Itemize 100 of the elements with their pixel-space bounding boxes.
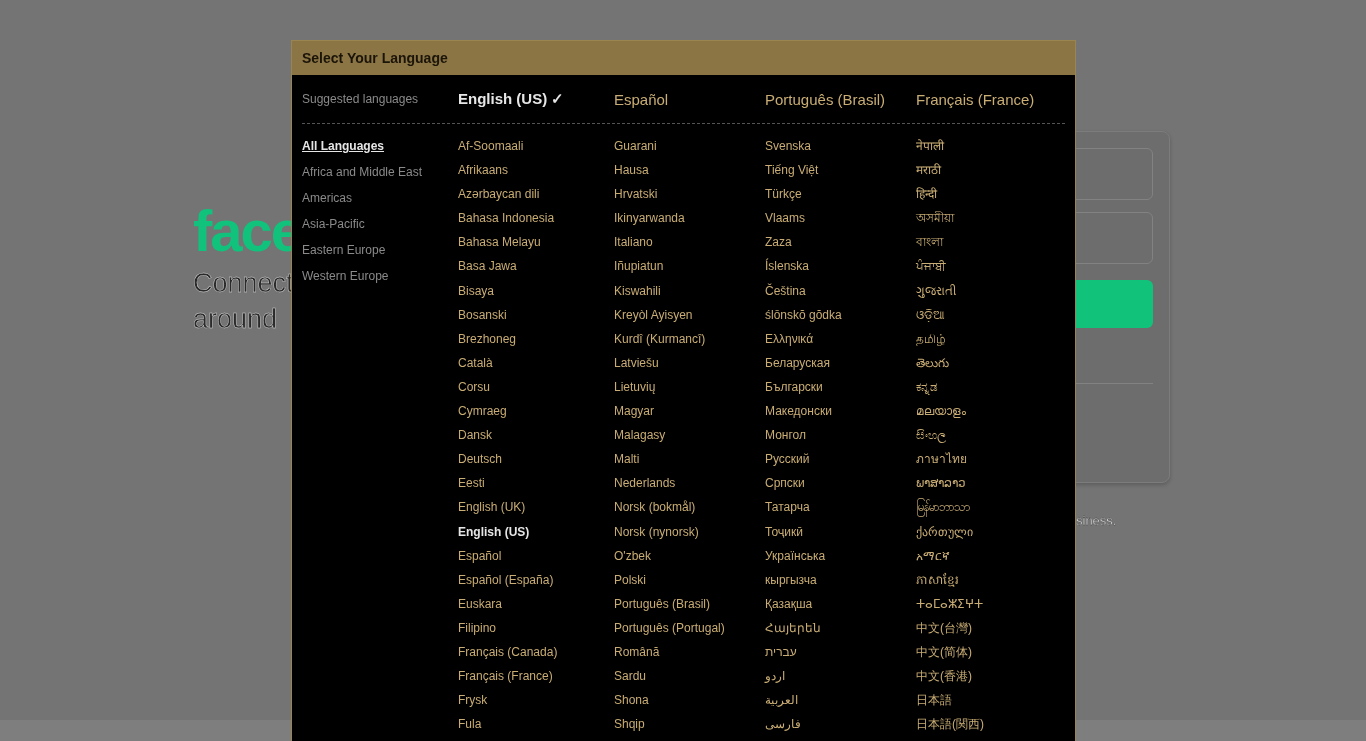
language-link[interactable]: తెలుగు: [916, 350, 949, 375]
language-link[interactable]: Latviešu: [614, 350, 659, 375]
suggested-language-link[interactable]: Español: [614, 90, 669, 108]
region-link[interactable]: Africa and Middle East: [302, 159, 423, 185]
language-link[interactable]: العربية: [765, 688, 798, 713]
language-link[interactable]: Corsu: [458, 374, 490, 400]
language-link[interactable]: Татарча: [765, 495, 810, 520]
language-link[interactable]: Bosanski: [458, 302, 507, 327]
language-link[interactable]: Македонски: [765, 399, 832, 424]
language-link[interactable]: O'zbek: [614, 543, 651, 568]
language-link[interactable]: Tiếng Việt: [765, 158, 819, 183]
language-link[interactable]: ⵜⴰⵎⴰⵣⵉⵖⵜ: [916, 591, 983, 616]
language-link[interactable]: Deutsch: [458, 447, 503, 472]
language-link[interactable]: Eesti: [458, 471, 485, 496]
language-link[interactable]: ภาษาไทย: [916, 447, 967, 472]
region-link[interactable]: Western Europe: [302, 263, 389, 289]
language-link[interactable]: Filipino: [458, 615, 496, 640]
language-link[interactable]: Norsk (nynorsk): [614, 519, 699, 544]
language-link[interactable]: मराठी: [916, 158, 941, 183]
language-link[interactable]: नेपाली: [916, 134, 944, 159]
language-link[interactable]: Zaza: [765, 230, 792, 255]
language-link[interactable]: বাংলা: [916, 230, 943, 255]
language-link[interactable]: ພາສາລາວ: [916, 471, 966, 496]
language-link[interactable]: Ελληνικά: [765, 326, 814, 351]
language-link[interactable]: Euskara: [458, 591, 503, 616]
language-link[interactable]: 日本語(関西): [916, 712, 984, 737]
language-link[interactable]: Français (France): [458, 664, 553, 689]
language-link[interactable]: Frysk: [458, 688, 488, 713]
suggested-language-link[interactable]: Français (France): [916, 90, 1035, 108]
language-link[interactable]: Nederlands: [614, 471, 676, 496]
language-link[interactable]: Čeština: [765, 278, 806, 303]
language-link[interactable]: Ikinyarwanda: [614, 206, 685, 231]
suggested-language-link[interactable]: Português (Brasil): [765, 90, 886, 108]
language-link[interactable]: ślōnskŏ gŏdka: [765, 302, 842, 327]
language-link[interactable]: اردو: [765, 664, 785, 689]
language-link[interactable]: Guarani: [614, 134, 657, 159]
language-link[interactable]: 中文(台灣): [916, 615, 972, 640]
language-link[interactable]: Қазақша: [765, 591, 813, 616]
language-link[interactable]: Italiano: [614, 230, 653, 255]
language-link[interactable]: Polski: [614, 567, 646, 592]
language-link[interactable]: हिन्दी: [916, 182, 937, 207]
language-link[interactable]: Dansk: [458, 423, 492, 448]
language-link[interactable]: ગુજરાતી: [916, 278, 956, 303]
language-link[interactable]: Português (Portugal): [614, 615, 725, 640]
region-link[interactable]: Eastern Europe: [302, 237, 386, 263]
language-link[interactable]: Sardu: [614, 664, 647, 689]
language-link[interactable]: ಕನ್ನಡ: [916, 374, 938, 400]
language-link[interactable]: Bahasa Indonesia: [458, 206, 555, 231]
region-link[interactable]: Americas: [302, 185, 352, 211]
language-link[interactable]: Српски: [765, 471, 805, 496]
language-link[interactable]: Bisaya: [458, 278, 495, 303]
language-link[interactable]: မြန်မာဘာသာ: [916, 495, 970, 520]
language-link[interactable]: Հայերեն: [765, 615, 821, 640]
language-link[interactable]: Türkçe: [765, 182, 802, 207]
language-link[interactable]: Català: [458, 350, 493, 375]
language-link[interactable]: தமிழ்: [916, 326, 946, 351]
language-link[interactable]: Kiswahili: [614, 278, 661, 303]
language-link[interactable]: עברית: [765, 639, 797, 665]
language-link[interactable]: Azərbaycan dili: [458, 182, 540, 207]
language-link[interactable]: ქართული: [916, 519, 973, 544]
language-link[interactable]: فارسی: [765, 712, 801, 737]
language-link[interactable]: Afrikaans: [458, 158, 509, 183]
region-link[interactable]: All Languages: [302, 133, 384, 159]
language-link[interactable]: Brezhoneg: [458, 326, 517, 351]
language-link[interactable]: සිංහල: [916, 423, 946, 448]
language-link[interactable]: Español (España): [458, 567, 554, 592]
language-link[interactable]: മലയാളം: [916, 399, 966, 424]
language-link[interactable]: 日本語: [916, 688, 952, 713]
language-link[interactable]: অসমীয়া: [916, 206, 954, 231]
language-link[interactable]: ਪੰਜਾਬੀ: [916, 254, 946, 279]
language-link[interactable]: Hausa: [614, 158, 649, 183]
language-link[interactable]: English (US): [458, 519, 530, 544]
language-link[interactable]: English (UK): [458, 495, 526, 520]
language-link[interactable]: Cymraeg: [458, 399, 507, 424]
language-link[interactable]: Română: [614, 639, 660, 665]
language-link[interactable]: Malagasy: [614, 423, 666, 448]
language-link[interactable]: Basa Jawa: [458, 254, 517, 279]
language-link[interactable]: Svenska: [765, 134, 812, 159]
language-link[interactable]: Fula: [458, 712, 482, 737]
language-link[interactable]: Български: [765, 374, 823, 400]
language-link[interactable]: Монгол: [765, 423, 806, 448]
language-link[interactable]: 中文(香港): [916, 664, 972, 689]
language-link[interactable]: Kurdî (Kurmancî): [614, 326, 706, 351]
language-link[interactable]: Af-Soomaali: [458, 134, 524, 159]
language-link[interactable]: Íslenska: [765, 254, 810, 279]
language-link[interactable]: Magyar: [614, 399, 654, 424]
language-link[interactable]: Español: [458, 543, 502, 568]
language-link[interactable]: Vlaams: [765, 206, 805, 231]
language-link[interactable]: Norsk (bokmål): [614, 495, 696, 520]
language-link[interactable]: Malti: [614, 447, 640, 472]
suggested-language-link[interactable]: English (US) ✓: [458, 90, 565, 108]
language-link[interactable]: Русский: [765, 447, 810, 472]
language-link[interactable]: Português (Brasil): [614, 591, 711, 616]
language-link[interactable]: 中文(简体): [916, 639, 972, 665]
region-link[interactable]: Asia-Pacific: [302, 211, 365, 237]
language-link[interactable]: Shona: [614, 688, 649, 713]
language-link[interactable]: Тоҷикӣ: [765, 519, 803, 544]
language-link[interactable]: Shqip: [614, 712, 645, 737]
language-link[interactable]: ភាសាខ្មែរ: [916, 567, 959, 592]
language-link[interactable]: ଓଡ଼ିଆ: [916, 302, 945, 327]
